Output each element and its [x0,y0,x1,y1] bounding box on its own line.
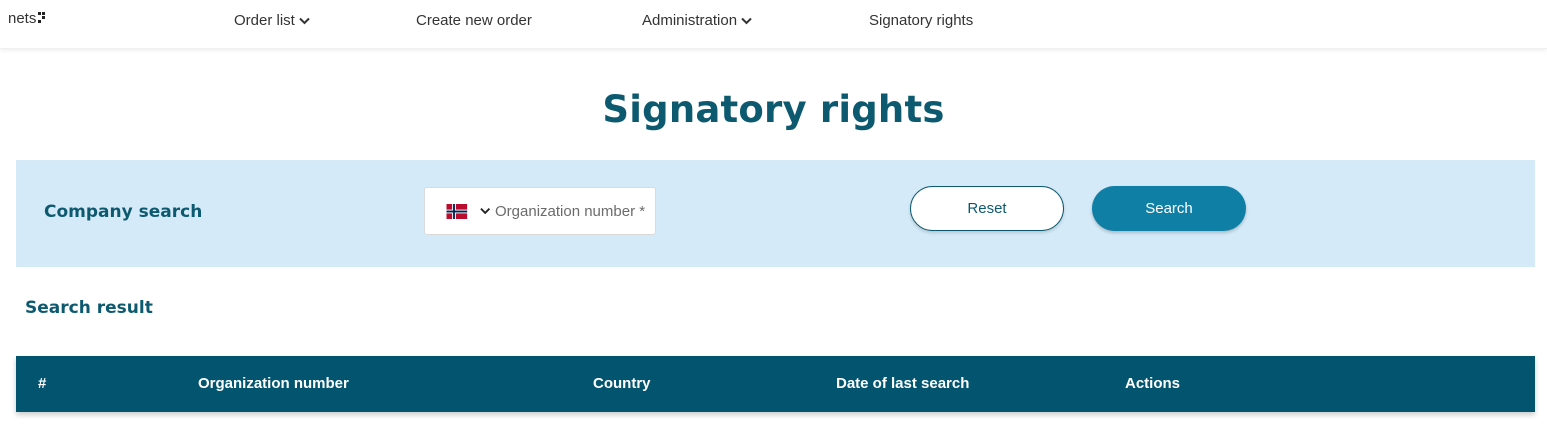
results-table-header: # Organization number Country Date of la… [16,356,1535,412]
nav-create-new-order[interactable]: Create new order [416,12,532,29]
nav-signatory-rights-label: Signatory rights [869,12,974,29]
logo-dots-icon [38,12,46,23]
nav-create-new-order-label: Create new order [416,12,532,29]
norway-flag-icon[interactable] [446,203,468,219]
nets-logo[interactable]: nets [8,10,46,27]
company-search-label: Company search [44,202,203,222]
organization-number-input-group [424,187,656,235]
search-button-label: Search [1145,200,1193,217]
nav-signatory-rights[interactable]: Signatory rights [869,12,973,29]
organization-number-input[interactable] [495,202,655,220]
page-title: Signatory rights [602,88,945,131]
column-header-date-of-last-search[interactable]: Date of last search [836,375,969,392]
company-search-panel: Company search Reset Search [16,160,1535,267]
search-button[interactable]: Search [1092,186,1246,231]
country-dropdown-chevron-icon[interactable] [479,207,490,215]
top-navigation: nets Order list Create new order Adminis… [0,0,1547,49]
nav-order-list[interactable]: Order list [234,12,310,29]
column-header-organization-number[interactable]: Organization number [198,375,349,392]
chevron-down-icon [299,17,310,24]
column-header-number[interactable]: # [38,375,46,392]
nav-administration-label: Administration [642,12,738,29]
column-header-actions[interactable]: Actions [1125,375,1180,392]
nav-administration[interactable]: Administration [642,12,752,29]
column-header-country[interactable]: Country [593,375,651,392]
logo-text: nets [8,10,37,27]
reset-button-label: Reset [967,200,1007,217]
nav-order-list-label: Order list [234,12,295,29]
chevron-down-icon [741,17,752,24]
search-result-heading: Search result [25,298,153,318]
reset-button[interactable]: Reset [910,186,1064,231]
